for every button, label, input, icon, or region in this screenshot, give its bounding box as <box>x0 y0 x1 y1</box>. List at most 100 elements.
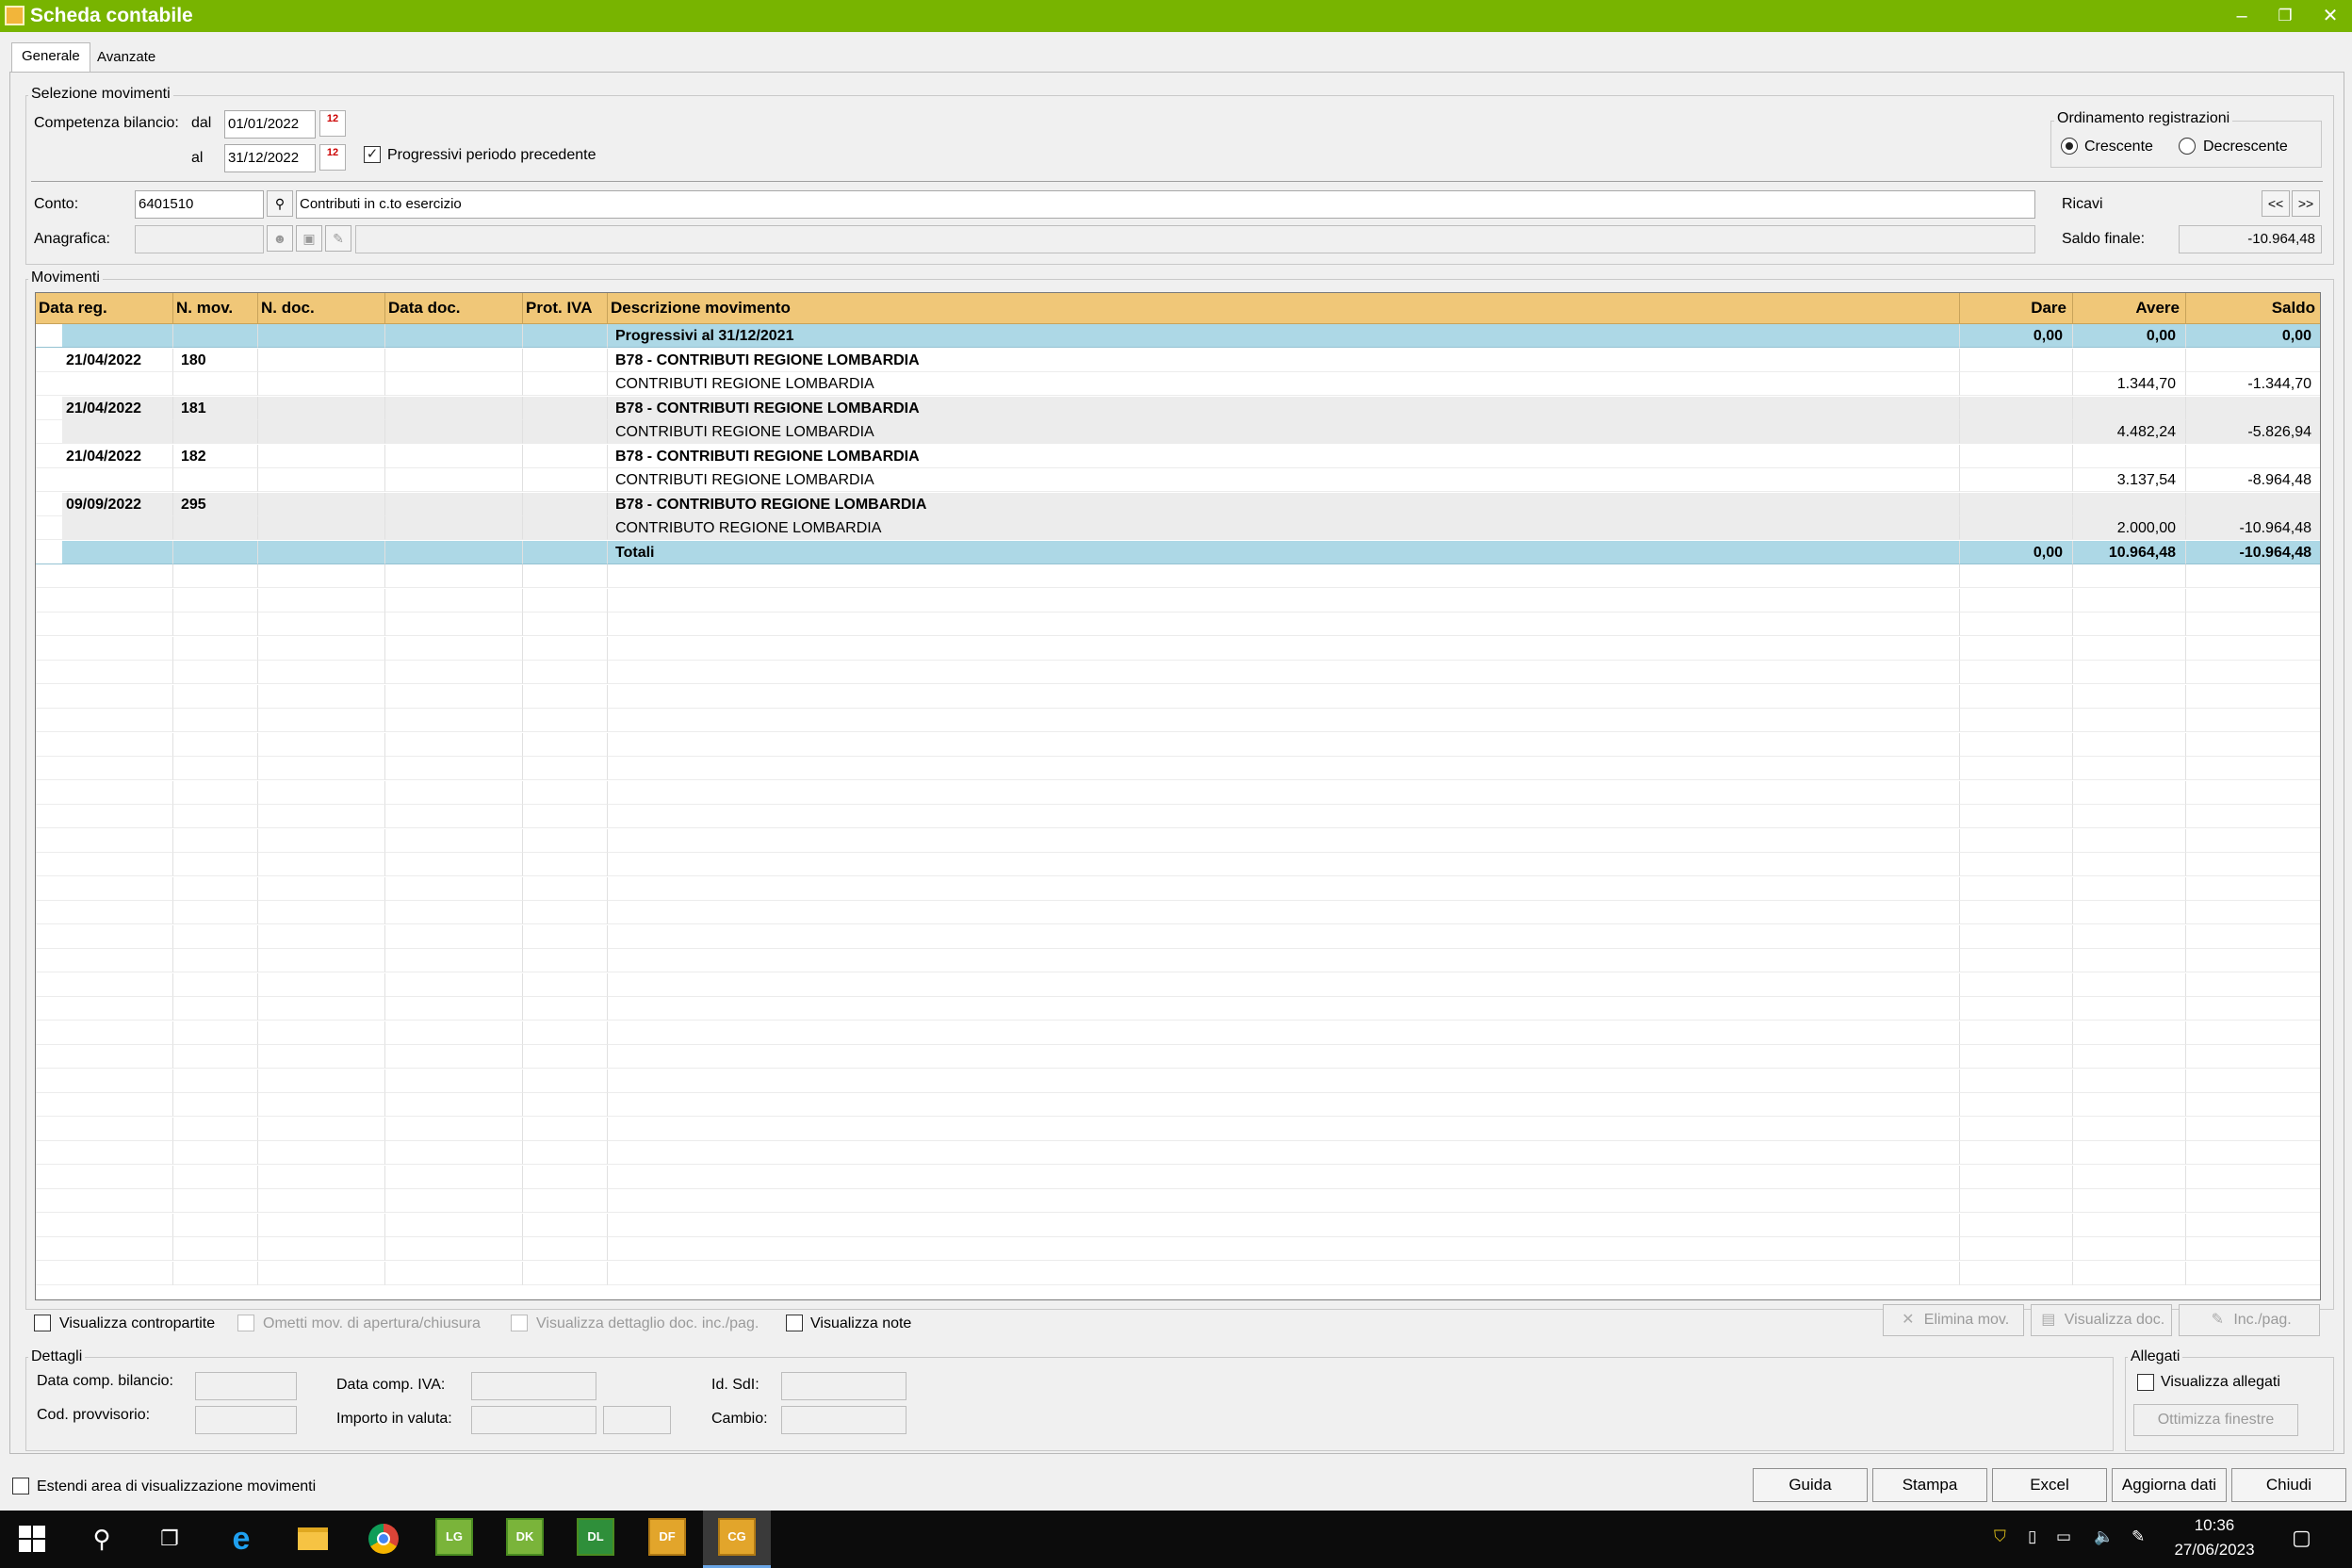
empty-table-row[interactable] <box>36 1213 2320 1237</box>
file-explorer-icon[interactable] <box>294 1520 332 1558</box>
col-header-saldo[interactable]: Saldo <box>2186 293 2320 324</box>
contropartite-checkbox[interactable] <box>34 1315 51 1331</box>
person-search-icon[interactable]: ☻ <box>267 225 293 252</box>
table-row[interactable]: CONTRIBUTO REGIONE LOMBARDIA 2.000,00 -10.… <box>36 516 2320 540</box>
empty-table-row[interactable] <box>36 1189 2320 1213</box>
visualizza-allegati-checkbox[interactable] <box>2137 1374 2154 1391</box>
tab-generale[interactable]: Generale <box>11 42 90 73</box>
guida-button[interactable]: Guida <box>1753 1468 1868 1502</box>
empty-table-row[interactable] <box>36 709 2320 732</box>
col-header-data-doc[interactable]: Data doc. <box>385 293 523 324</box>
stampa-button[interactable]: Stampa <box>1872 1468 1987 1502</box>
network-tray-icon[interactable]: ▭ <box>2056 1527 2071 1546</box>
estendi-checkbox[interactable] <box>12 1478 29 1494</box>
taskbar-app-df[interactable]: DF <box>648 1518 686 1556</box>
decrescente-radio[interactable] <box>2179 138 2196 155</box>
taskbar-app-dl[interactable]: DL <box>577 1518 614 1556</box>
empty-table-row[interactable] <box>36 636 2320 661</box>
empty-table-row[interactable] <box>36 924 2320 949</box>
col-header-data-reg[interactable]: Data reg. <box>36 293 173 324</box>
col-header-descrizione[interactable]: Descrizione movimento <box>608 293 1960 324</box>
taskbar-app-dk[interactable]: DK <box>506 1518 544 1556</box>
dettaglio-checkbox[interactable] <box>511 1315 528 1331</box>
task-view-icon[interactable]: ❐ <box>151 1520 188 1558</box>
previous-account-button[interactable]: << <box>2262 190 2290 217</box>
ometti-checkbox[interactable] <box>237 1315 254 1331</box>
empty-table-row[interactable] <box>36 1045 2320 1069</box>
progressivi-checkbox[interactable]: ✓ <box>364 146 381 163</box>
empty-table-row[interactable] <box>36 828 2320 853</box>
table-row[interactable]: Totali 0,00 10.964,48 -10.964,48 <box>36 540 2320 564</box>
add-person-icon[interactable]: ▣ <box>296 225 322 252</box>
empty-table-row[interactable] <box>36 588 2320 612</box>
elimina-mov-button[interactable]: ✕ Elimina mov. <box>1883 1304 2024 1336</box>
notification-icon[interactable]: ▢ <box>2292 1526 2311 1550</box>
table-row[interactable]: CONTRIBUTI REGIONE LOMBARDIA 1.344,70 -1.3… <box>36 372 2320 396</box>
ottimizza-finestre-button[interactable]: Ottimizza finestre <box>2133 1404 2298 1436</box>
al-date-field[interactable]: 31/12/2022 <box>224 144 316 172</box>
empty-table-row[interactable] <box>36 1021 2320 1045</box>
edit-person-icon[interactable]: ✎ <box>325 225 351 252</box>
empty-table-row[interactable] <box>36 805 2320 828</box>
table-row[interactable]: Progressivi al 31/12/2021 0,00 0,00 0,00 <box>36 324 2320 348</box>
empty-table-row[interactable] <box>36 1141 2320 1165</box>
anagrafica-description-field[interactable] <box>355 225 2035 253</box>
table-row[interactable]: CONTRIBUTI REGIONE LOMBARDIA 4.482,24 -5.8… <box>36 420 2320 444</box>
empty-table-row[interactable] <box>36 612 2320 636</box>
col-header-n-mov[interactable]: N. mov. <box>173 293 258 324</box>
taskbar-app-lg[interactable]: LG <box>435 1518 473 1556</box>
taskbar-app-cg[interactable]: CG <box>718 1518 756 1556</box>
tab-avanzate[interactable]: Avanzate <box>88 44 165 73</box>
empty-table-row[interactable] <box>36 732 2320 757</box>
visualizza-doc-button[interactable]: ▤ Visualizza doc. <box>2031 1304 2172 1336</box>
empty-table-row[interactable] <box>36 1117 2320 1141</box>
windows-start-icon[interactable] <box>13 1520 51 1558</box>
empty-table-row[interactable] <box>36 972 2320 997</box>
empty-table-row[interactable] <box>36 1093 2320 1117</box>
conto-description-field[interactable]: Contributi in c.to esercizio <box>296 190 2035 219</box>
chiudi-button[interactable]: Chiudi <box>2231 1468 2346 1502</box>
close-window-button[interactable]: ✕ <box>2303 0 2352 32</box>
dal-date-field[interactable]: 01/01/2022 <box>224 110 316 139</box>
volume-tray-icon[interactable]: 🔈 <box>2094 1527 2114 1546</box>
table-row[interactable]: 21/04/2022 181 B78 - CONTRIBUTI REGIONE LO… <box>36 396 2320 420</box>
empty-table-row[interactable] <box>36 876 2320 901</box>
clock-time[interactable]: 10:36 <box>2167 1516 2262 1535</box>
empty-table-row[interactable] <box>36 997 2320 1021</box>
next-account-button[interactable]: >> <box>2292 190 2320 217</box>
pen-tray-icon[interactable]: ✎ <box>2132 1527 2145 1546</box>
usb-tray-icon[interactable]: ▯ <box>2028 1527 2036 1546</box>
col-header-avere[interactable]: Avere <box>2073 293 2186 324</box>
table-row[interactable]: 21/04/2022 180 B78 - CONTRIBUTI REGIONE LO… <box>36 348 2320 372</box>
table-row[interactable]: 21/04/2022 182 B78 - CONTRIBUTI REGIONE LO… <box>36 444 2320 468</box>
edge-icon[interactable]: e <box>222 1520 260 1558</box>
calendar-dal-icon[interactable]: 12 <box>319 110 346 137</box>
empty-table-row[interactable] <box>36 780 2320 805</box>
empty-table-row[interactable] <box>36 949 2320 972</box>
search-icon[interactable]: ⚲ <box>83 1520 121 1558</box>
anagrafica-code-field[interactable] <box>135 225 264 253</box>
empty-table-row[interactable] <box>36 853 2320 876</box>
table-row[interactable]: CONTRIBUTI REGIONE LOMBARDIA 3.137,54 -8.9… <box>36 468 2320 492</box>
empty-table-row[interactable] <box>36 1237 2320 1261</box>
empty-table-row[interactable] <box>36 1069 2320 1093</box>
note-checkbox[interactable] <box>786 1315 803 1331</box>
movimenti-grid[interactable]: Data reg. N. mov. N. doc. Data doc. Prot… <box>35 292 2321 1300</box>
empty-table-row[interactable] <box>36 684 2320 709</box>
empty-table-row[interactable] <box>36 564 2320 588</box>
excel-button[interactable]: Excel <box>1992 1468 2107 1502</box>
empty-table-row[interactable] <box>36 757 2320 780</box>
col-header-dare[interactable]: Dare <box>1960 293 2073 324</box>
empty-table-row[interactable] <box>36 1261 2320 1285</box>
security-tray-icon[interactable]: ⛉ <box>1994 1527 2006 1546</box>
aggiorna-dati-button[interactable]: Aggiorna dati <box>2112 1468 2227 1502</box>
empty-table-row[interactable] <box>36 661 2320 684</box>
chrome-icon[interactable] <box>365 1520 402 1558</box>
clock-date[interactable]: 27/06/2023 <box>2167 1541 2262 1560</box>
calendar-al-icon[interactable]: 12 <box>319 144 346 171</box>
conto-code-field[interactable]: 6401510 <box>135 190 264 219</box>
empty-table-row[interactable] <box>36 1165 2320 1189</box>
binoculars-search-icon[interactable]: ⚲ <box>267 190 293 217</box>
crescente-radio[interactable] <box>2061 138 2078 155</box>
empty-table-row[interactable] <box>36 901 2320 924</box>
